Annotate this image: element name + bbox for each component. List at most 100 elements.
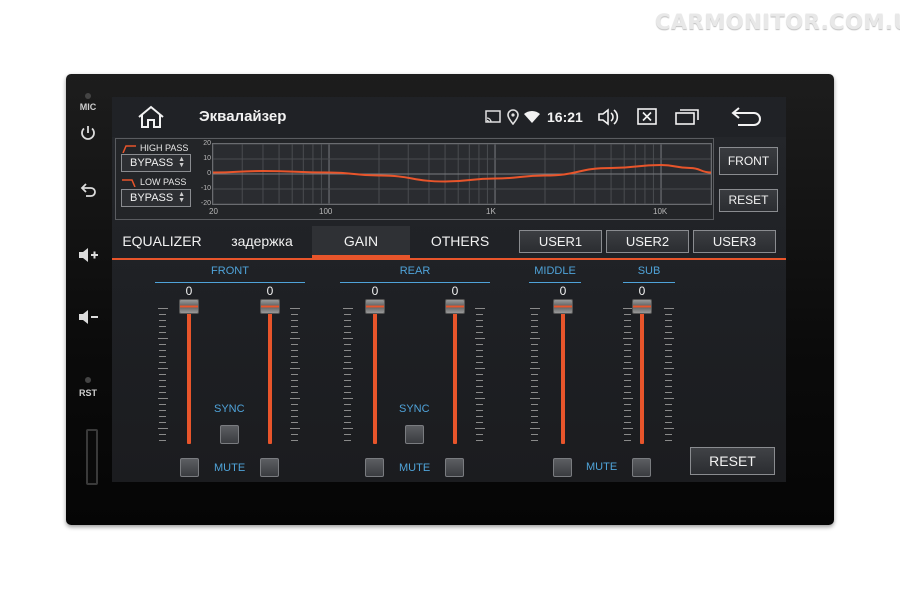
- slider-track-sub[interactable]: [640, 312, 644, 444]
- tab-equalizer[interactable]: EQUALIZER: [112, 226, 212, 259]
- eq-curve-chart[interactable]: [212, 143, 712, 205]
- scale-tick: [343, 308, 353, 309]
- scale-tick: [623, 368, 633, 369]
- scale-tick: [624, 392, 631, 393]
- back-hw-button[interactable]: [66, 182, 110, 205]
- scale-tick: [344, 350, 351, 351]
- front-right-mute-checkbox[interactable]: [260, 458, 279, 477]
- low-pass-select[interactable]: BYPASS ▲ ▼: [121, 189, 191, 207]
- scale-tick: [665, 320, 672, 321]
- front-button[interactable]: FRONT: [719, 147, 778, 175]
- slider-track-middle[interactable]: [561, 312, 565, 444]
- scale-tick: [159, 350, 166, 351]
- front-sync-checkbox[interactable]: [220, 425, 239, 444]
- scale-tick: [665, 422, 672, 423]
- scale-tick: [531, 350, 538, 351]
- mic-hole: [85, 93, 91, 99]
- close-app-button[interactable]: [637, 108, 657, 130]
- slider-knob-rear-right[interactable]: [445, 299, 465, 314]
- slider-track-rear-left[interactable]: [373, 312, 377, 444]
- scale-tick: [664, 308, 674, 309]
- rear-sync-checkbox[interactable]: [405, 425, 424, 444]
- rear-sync-label: SYNC: [399, 403, 430, 415]
- recent-apps-button[interactable]: [675, 108, 699, 130]
- scale-tick: [159, 404, 166, 405]
- scale-tick: [475, 368, 485, 369]
- tab-others[interactable]: OTHERS: [410, 226, 510, 259]
- rear-left-mute-checkbox[interactable]: [365, 458, 384, 477]
- gain-reset-button[interactable]: RESET: [690, 447, 775, 475]
- scale-tick: [344, 314, 351, 315]
- scale-tick: [159, 314, 166, 315]
- tab-delay[interactable]: задержка: [212, 226, 312, 259]
- scale-tick: [623, 338, 633, 339]
- rear-right-mute-checkbox[interactable]: [445, 458, 464, 477]
- scale-tick: [344, 320, 351, 321]
- slider-value: 0: [559, 284, 567, 298]
- front-mute-label: MUTE: [214, 462, 246, 474]
- slider-knob-front-right[interactable]: [260, 299, 280, 314]
- scale-tick: [665, 410, 672, 411]
- slider-knob-front-left[interactable]: [179, 299, 199, 314]
- scale-tick: [159, 320, 166, 321]
- rst-label: RST: [79, 388, 97, 398]
- hardware-sidebar: MIC RST: [66, 74, 110, 525]
- user1-preset-button[interactable]: USER1: [519, 230, 602, 253]
- x-tick: 1K: [486, 207, 496, 216]
- user3-preset-button[interactable]: USER3: [693, 230, 776, 253]
- user2-preset-button[interactable]: USER2: [606, 230, 689, 253]
- scale-tick: [291, 422, 298, 423]
- wifi-icon: [524, 110, 540, 128]
- scale-tick: [624, 344, 631, 345]
- scale-tick: [344, 422, 351, 423]
- clock: 16:21: [547, 109, 583, 125]
- scale-tick: [531, 326, 538, 327]
- sub-mute-checkbox[interactable]: [632, 458, 651, 477]
- scale-tick: [624, 374, 631, 375]
- slider-scale: [623, 308, 633, 444]
- scale-tick: [291, 332, 298, 333]
- scale-tick: [531, 356, 538, 357]
- rst-hole[interactable]: [85, 377, 91, 383]
- slider-knob-rear-left[interactable]: [365, 299, 385, 314]
- volume-button[interactable]: [597, 107, 621, 132]
- slider-scale: [664, 308, 674, 444]
- scale-tick: [665, 314, 672, 315]
- power-button[interactable]: [66, 124, 110, 147]
- volume-up-button[interactable]: [66, 247, 110, 268]
- recent-apps-icon: [675, 109, 699, 125]
- curve-reset-button[interactable]: RESET: [719, 189, 778, 212]
- return-arrow-icon: [731, 107, 761, 126]
- front-left-mute-checkbox[interactable]: [180, 458, 199, 477]
- high-pass-select[interactable]: BYPASS ▲ ▼: [121, 154, 191, 172]
- slider-track-rear-right[interactable]: [453, 312, 457, 444]
- volume-down-button[interactable]: [66, 309, 110, 330]
- scale-tick: [159, 410, 166, 411]
- scale-tick: [344, 392, 351, 393]
- scale-tick: [343, 428, 353, 429]
- scale-tick: [476, 332, 483, 333]
- scale-tick: [343, 338, 353, 339]
- scale-tick: [624, 314, 631, 315]
- scale-tick: [291, 440, 298, 441]
- middle-mute-checkbox[interactable]: [553, 458, 572, 477]
- scale-tick: [159, 386, 166, 387]
- scale-tick: [665, 350, 672, 351]
- scale-tick: [624, 320, 631, 321]
- scale-tick: [158, 338, 168, 339]
- slider-track-front-right[interactable]: [268, 312, 272, 444]
- scale-tick: [159, 344, 166, 345]
- back-icon: [80, 183, 96, 197]
- back-button[interactable]: [730, 107, 762, 132]
- slider-knob-middle[interactable]: [553, 299, 573, 314]
- scale-tick: [624, 386, 631, 387]
- home-button[interactable]: [136, 105, 166, 134]
- scale-tick: [531, 404, 538, 405]
- power-icon: [81, 126, 95, 140]
- scale-tick: [291, 416, 298, 417]
- scale-tick: [531, 380, 538, 381]
- scale-tick: [624, 326, 631, 327]
- slider-track-front-left[interactable]: [187, 312, 191, 444]
- slider-knob-sub[interactable]: [632, 299, 652, 314]
- x-tick: 10K: [653, 207, 668, 216]
